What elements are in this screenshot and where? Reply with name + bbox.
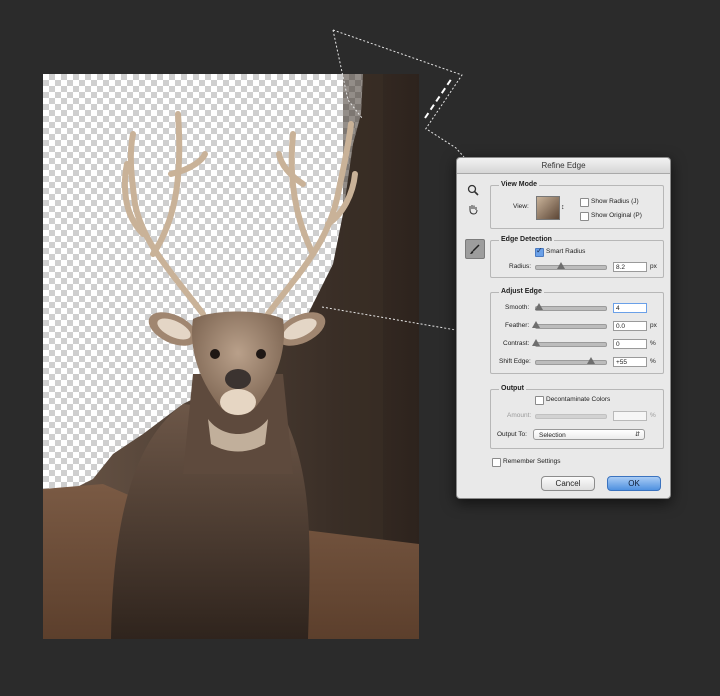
radius-unit: px — [650, 263, 657, 270]
contrast-unit: % — [650, 340, 656, 347]
decontaminate-label: Decontaminate Colors — [546, 396, 611, 403]
smooth-slider-thumb[interactable] — [534, 303, 543, 310]
dialog-title: Refine Edge — [457, 158, 670, 174]
edge-detection-group: Edge Detection Smart Radius Radius: 8.2 … — [490, 236, 664, 278]
output-to-select[interactable]: Selection ⇵ — [533, 429, 645, 440]
amount-label: Amount: — [507, 412, 532, 419]
adjust-edge-group: Adjust Edge Smooth: 4 Feather: 0.0 px Co… — [490, 288, 664, 374]
smooth-slider[interactable] — [534, 303, 607, 311]
smooth-label: Smooth: — [505, 304, 530, 311]
decontaminate-checkbox[interactable] — [535, 396, 544, 405]
view-mode-title: View Mode — [499, 181, 540, 188]
contrast-slider-thumb[interactable] — [532, 339, 540, 346]
amount-field — [613, 411, 647, 421]
smart-radius-checkbox[interactable] — [535, 246, 544, 257]
contrast-field[interactable]: 0 — [613, 339, 647, 349]
select-arrows-icon: ⇵ — [634, 432, 640, 438]
view-mode-dropdown-icon[interactable]: ↕ — [561, 204, 565, 211]
view-label: View: — [513, 203, 529, 210]
show-radius-label: Show Radius (J) — [591, 198, 639, 205]
image-canvas[interactable] — [43, 74, 419, 639]
show-original-checkbox[interactable] — [580, 212, 589, 221]
deer-photo — [43, 74, 419, 639]
feather-field[interactable]: 0.0 — [613, 321, 647, 331]
feather-slider[interactable] — [532, 321, 607, 329]
remember-settings-label: Remember Settings — [503, 458, 561, 465]
tool-column — [465, 182, 487, 259]
view-mode-group: View Mode View: ↕ Show Radius (J) Show O… — [490, 181, 664, 229]
feather-unit: px — [650, 322, 657, 329]
shift-edge-slider[interactable] — [535, 357, 607, 365]
amount-slider — [535, 414, 607, 419]
contrast-label: Contrast: — [503, 340, 530, 347]
radius-slider-thumb[interactable] — [556, 262, 565, 269]
feather-label: Feather: — [505, 322, 530, 329]
refine-edge-dialog: Refine Edge View Mode View: ↕ Show Radiu… — [456, 157, 671, 499]
zoom-icon[interactable] — [465, 182, 481, 198]
smooth-field[interactable]: 4 — [613, 303, 647, 313]
radius-label: Radius: — [509, 263, 532, 270]
ok-button[interactable]: OK — [607, 476, 661, 491]
show-radius-checkbox[interactable] — [580, 198, 589, 207]
feather-slider-thumb[interactable] — [532, 321, 540, 328]
contrast-slider[interactable] — [532, 339, 607, 347]
radius-field[interactable]: 8.2 — [613, 262, 647, 272]
show-original-label: Show Original (P) — [591, 212, 642, 219]
refine-radius-brush-icon[interactable] — [465, 239, 485, 259]
radius-slider[interactable] — [535, 262, 607, 270]
shift-edge-slider-thumb[interactable] — [586, 357, 595, 364]
smart-radius-label: Smart Radius — [546, 248, 586, 255]
remember-settings-checkbox[interactable] — [492, 458, 501, 467]
output-to-label: Output To: — [497, 431, 527, 438]
amount-unit: % — [650, 412, 656, 419]
shift-edge-unit: % — [650, 358, 656, 365]
output-to-value: Selection — [539, 432, 566, 439]
edge-detection-title: Edge Detection — [499, 236, 554, 243]
shift-edge-label: Shift Edge: — [499, 358, 531, 365]
view-mode-thumbnail[interactable] — [536, 196, 560, 220]
adjust-edge-title: Adjust Edge — [499, 288, 544, 295]
hand-icon[interactable] — [465, 201, 481, 217]
output-group: Output Decontaminate Colors Amount: % Ou… — [490, 385, 664, 449]
output-title: Output — [499, 385, 526, 392]
cancel-button[interactable]: Cancel — [541, 476, 595, 491]
shift-edge-field[interactable]: +55 — [613, 357, 647, 367]
